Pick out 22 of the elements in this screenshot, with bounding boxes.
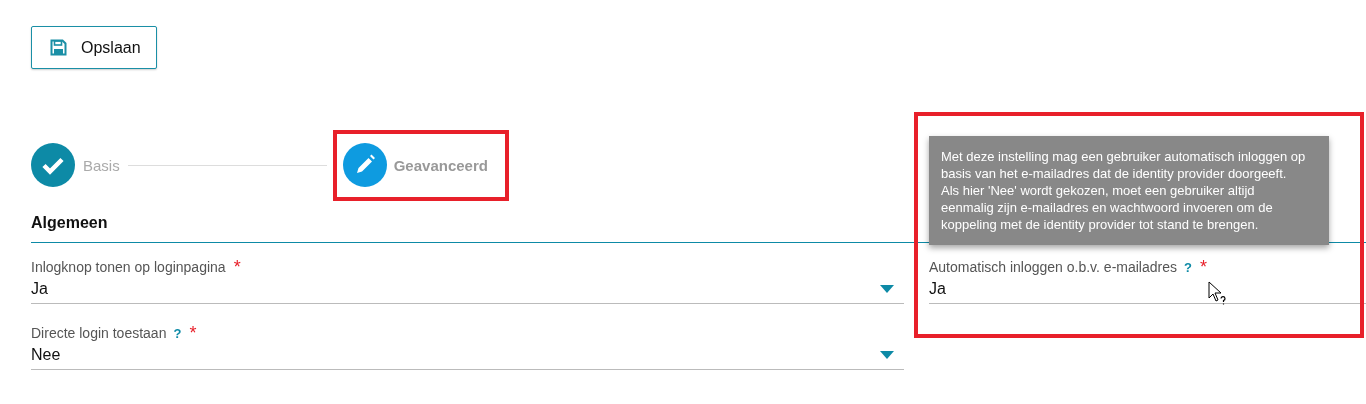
- section-title: Algemeen: [31, 214, 108, 232]
- save-button[interactable]: Opslaan: [31, 26, 157, 69]
- field-label: Inlogknop tonen op loginpagina: [31, 259, 226, 275]
- required-mark: *: [1199, 258, 1207, 276]
- save-icon: [50, 39, 67, 56]
- step-label: Geavanceerd: [393, 156, 488, 174]
- help-icon[interactable]: ?: [1184, 259, 1192, 275]
- step-label: Basis: [83, 156, 120, 174]
- cursor-icon: [1208, 281, 1228, 305]
- select-field[interactable]: Inlogknop tonen op loginpagina * Ja: [31, 258, 904, 304]
- required-mark: *: [233, 258, 241, 276]
- tooltip: Met deze instelling mag een gebruiker automatisch inloggen op basis van het e-mailadres dat de identity provider doorgeeft. Als hier 'Nee' wordt gekozen, moet een gebruiker altijd eenmalig zijn e-mailadres en wachtwoord invoeren om de koppeling met de identity provider tot stand te brengen.: [929, 136, 1329, 245]
- help-icon[interactable]: ?: [173, 325, 182, 341]
- caret-icon[interactable]: [880, 285, 894, 293]
- select-field[interactable]: Directe login toestaan ? * Nee: [31, 324, 904, 370]
- field-value: Ja: [31, 280, 48, 298]
- field-value: Nee: [31, 346, 61, 364]
- required-mark: *: [189, 324, 197, 342]
- field-label: Automatisch inloggen o.b.v. e-mailadres: [929, 259, 1177, 275]
- field-label: Directe login toestaan: [31, 325, 167, 341]
- field-value: Ja: [929, 280, 946, 298]
- caret-icon[interactable]: [880, 351, 894, 359]
